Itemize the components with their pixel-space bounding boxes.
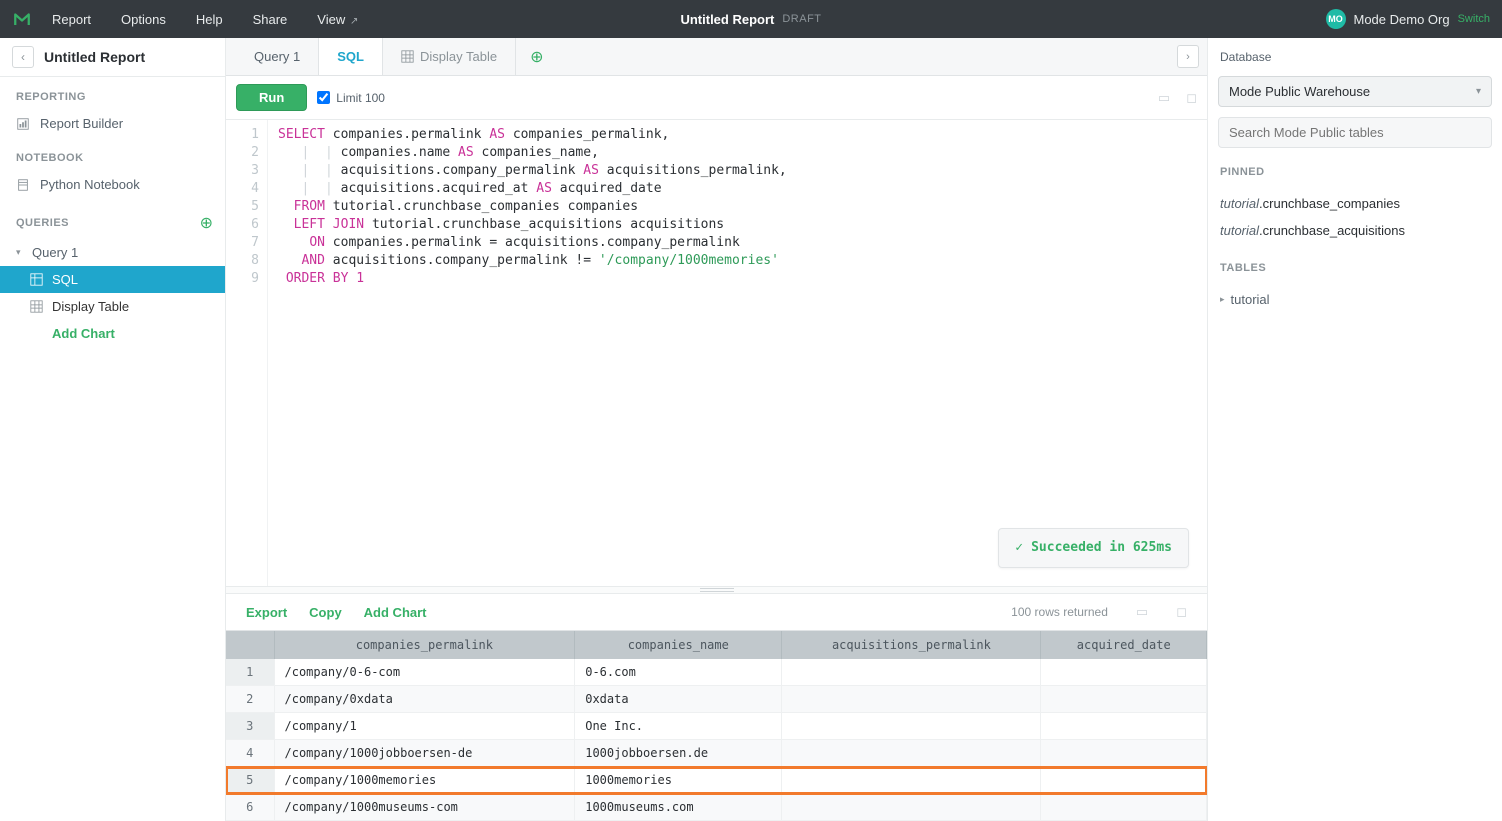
left-sidebar: ‹ Untitled Report REPORTING Report Build… — [0, 38, 226, 821]
org-name[interactable]: Mode Demo Org — [1354, 12, 1450, 27]
results-table-wrap[interactable]: companies_permalinkcompanies_nameacquisi… — [226, 630, 1207, 821]
tab-add-button[interactable]: ⊕ — [516, 38, 557, 75]
caret-right-icon: ▸ — [1220, 294, 1225, 305]
nav-report-builder-label: Report Builder — [40, 116, 123, 131]
code-area[interactable]: SELECT companies.permalink AS companies_… — [268, 120, 1207, 586]
section-reporting: REPORTING — [0, 77, 225, 109]
menu-report[interactable]: Report — [52, 12, 91, 27]
results-minimize-icon[interactable]: ▭ — [1136, 604, 1148, 620]
limit-checkbox[interactable]: Limit 100 — [317, 91, 385, 105]
sidebar-add-chart[interactable]: Add Chart — [0, 320, 225, 347]
caret-down-icon: ▾ — [16, 247, 26, 258]
sidebar-display-table-label: Display Table — [52, 299, 129, 314]
export-link[interactable]: Export — [246, 605, 287, 620]
sql-editor[interactable]: 123456789 SELECT companies.permalink AS … — [226, 120, 1207, 586]
pinned-table-item[interactable]: tutorial.crunchbase_companies — [1218, 190, 1492, 217]
col-rownum — [226, 631, 274, 659]
rows-returned: 100 rows returned — [1011, 605, 1108, 619]
table-row[interactable]: 3/company/1One Inc. — [226, 713, 1207, 740]
query-tree-item[interactable]: ▾ Query 1 — [0, 239, 225, 266]
status-text: Succeeded in 625ms — [1031, 539, 1172, 557]
tab-scroll-right[interactable]: › — [1177, 45, 1199, 68]
menu-view[interactable]: View ↗ — [317, 12, 358, 27]
topbar: Report Options Help Share View ↗ Untitle… — [0, 0, 1502, 38]
table-search-input[interactable] — [1229, 125, 1481, 140]
col-header[interactable]: companies_name — [575, 631, 782, 659]
results-maximize-icon[interactable]: ◻ — [1176, 604, 1187, 620]
report-title[interactable]: Untitled Report — [680, 12, 774, 27]
results-toolbar: Export Copy Add Chart 100 rows returned … — [226, 594, 1207, 630]
tables-section-label: TABLES — [1218, 254, 1492, 276]
status-card: ✓ Succeeded in 625ms — [998, 528, 1189, 568]
section-notebook: NOTEBOOK — [0, 138, 225, 170]
line-gutter: 123456789 — [226, 120, 268, 586]
tab-display-table[interactable]: Display Table — [383, 38, 516, 75]
limit-label: Limit 100 — [336, 91, 385, 105]
notebook-icon — [16, 178, 32, 192]
main-area: Query 1 SQL Display Table ⊕ › Run Limit … — [226, 38, 1207, 821]
table-row[interactable]: 5/company/1000memories1000memories — [226, 767, 1207, 794]
tab-query[interactable]: Query 1 — [236, 38, 319, 75]
sidebar-display-table-item[interactable]: Display Table — [0, 293, 225, 320]
add-chart-link[interactable]: Add Chart — [364, 605, 427, 620]
limit-checkbox-input[interactable] — [317, 91, 330, 104]
org-avatar-icon[interactable]: MO — [1326, 9, 1346, 29]
pinned-section-label: PINNED — [1218, 158, 1492, 180]
pane-resize-handle[interactable] — [226, 586, 1207, 594]
table-icon — [30, 300, 44, 313]
pinned-table-item[interactable]: tutorial.crunchbase_acquisitions — [1218, 217, 1492, 244]
nav-python-notebook-label: Python Notebook — [40, 177, 140, 192]
tables-tree-label: tutorial — [1231, 292, 1270, 307]
switch-org-link[interactable]: Switch — [1458, 13, 1490, 25]
table-icon — [401, 50, 414, 63]
menu-share[interactable]: Share — [253, 12, 288, 27]
sql-grid-icon — [30, 273, 44, 286]
top-menu: Report Options Help Share View ↗ — [52, 12, 358, 27]
sidebar-sql-label: SQL — [52, 272, 78, 287]
nav-report-builder[interactable]: Report Builder — [0, 109, 225, 138]
database-label: Database — [1218, 50, 1492, 64]
copy-link[interactable]: Copy — [309, 605, 342, 620]
col-header[interactable]: companies_permalink — [274, 631, 575, 659]
table-search[interactable] — [1218, 117, 1492, 148]
draft-badge: DRAFT — [782, 13, 821, 25]
menu-help[interactable]: Help — [196, 12, 223, 27]
run-button[interactable]: Run — [236, 84, 307, 111]
back-button[interactable]: ‹ — [12, 46, 34, 68]
sidebar-report-name: Untitled Report — [44, 49, 145, 65]
check-icon: ✓ — [1015, 539, 1023, 557]
tabbar: Query 1 SQL Display Table ⊕ › — [226, 38, 1207, 76]
col-header[interactable]: acquired_date — [1041, 631, 1207, 659]
mode-logo-icon[interactable] — [12, 9, 32, 29]
nav-python-notebook[interactable]: Python Notebook — [0, 170, 225, 199]
minimize-icon[interactable]: ▭ — [1158, 90, 1170, 106]
report-builder-icon — [16, 117, 32, 131]
database-value: Mode Public Warehouse — [1229, 84, 1370, 99]
table-row[interactable]: 6/company/1000museums-com1000museums.com — [226, 794, 1207, 821]
section-queries: QUERIES — [16, 217, 69, 229]
menu-options[interactable]: Options — [121, 12, 166, 27]
table-row[interactable]: 2/company/0xdata0xdata — [226, 686, 1207, 713]
table-row[interactable]: 1/company/0-6-com0-6.com — [226, 659, 1207, 686]
results-table: companies_permalinkcompanies_nameacquisi… — [226, 631, 1207, 821]
right-panel: Database Mode Public Warehouse ▾ PINNED … — [1207, 38, 1502, 821]
query-name: Query 1 — [32, 245, 78, 260]
table-row[interactable]: 4/company/1000jobboersen-de1000jobboerse… — [226, 740, 1207, 767]
select-caret-icon: ▾ — [1476, 86, 1481, 97]
report-title-area: Untitled Report DRAFT — [680, 12, 821, 27]
editor-toolbar: Run Limit 100 ▭ ◻ — [226, 76, 1207, 120]
sidebar-sql-item[interactable]: SQL — [0, 266, 225, 293]
tables-tree-item[interactable]: ▸ tutorial — [1218, 286, 1492, 313]
add-query-button[interactable]: ⊕ — [200, 213, 213, 233]
tab-sql[interactable]: SQL — [319, 38, 383, 75]
database-select[interactable]: Mode Public Warehouse ▾ — [1218, 76, 1492, 107]
maximize-icon[interactable]: ◻ — [1186, 90, 1197, 106]
external-arrow-icon: ↗ — [347, 16, 358, 27]
col-header[interactable]: acquisitions_permalink — [782, 631, 1041, 659]
